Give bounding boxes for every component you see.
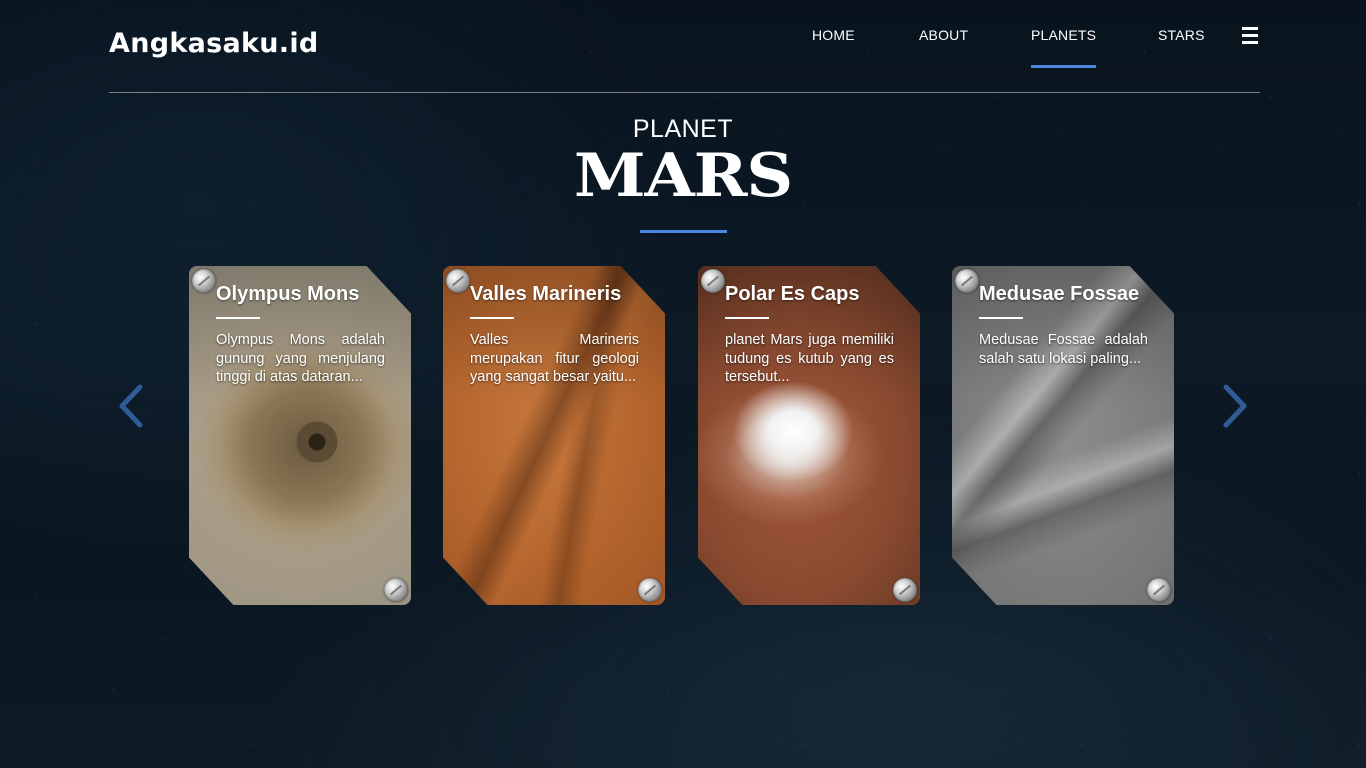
nav-stars[interactable]: STARS xyxy=(1158,27,1205,68)
card-divider xyxy=(725,317,769,319)
nav-home[interactable]: HOME xyxy=(812,27,855,68)
card-olympus-mons[interactable]: Olympus Mons Olympus Mons adalah gunung … xyxy=(189,266,411,605)
card-divider xyxy=(470,317,514,319)
bolt-icon xyxy=(1147,578,1171,602)
card-valles-marineris[interactable]: Valles Marineris Valles Marineris merupa… xyxy=(443,266,665,605)
card-title: Medusae Fossae xyxy=(979,283,1140,305)
title-underline xyxy=(640,230,727,233)
chevron-right-icon xyxy=(1223,384,1247,428)
bolt-icon xyxy=(955,269,979,293)
hamburger-icon[interactable] xyxy=(1242,27,1258,44)
card-title: Polar Es Caps xyxy=(725,283,860,305)
card-description: Medusae Fossae adalah salah satu lokasi … xyxy=(979,332,1148,367)
bolt-icon xyxy=(192,269,216,293)
nav-about[interactable]: ABOUT xyxy=(919,27,968,68)
card-description: Valles Marineris merupakan fitur geologi… xyxy=(470,332,639,385)
bolt-icon xyxy=(446,269,470,293)
carousel-prev-button[interactable] xyxy=(116,383,146,429)
site-logo[interactable]: Angkasaku.id xyxy=(109,28,319,59)
card-title: Olympus Mons xyxy=(216,283,360,305)
card-divider xyxy=(979,317,1023,319)
page-subtitle: PLANET xyxy=(632,115,734,143)
bolt-icon xyxy=(701,269,725,293)
bolt-icon xyxy=(384,578,408,602)
card-polar-es-caps[interactable]: Polar Es Caps planet Mars juga memiliki … xyxy=(698,266,920,605)
page-heading: MARS xyxy=(573,141,793,211)
nav-planets[interactable]: PLANETS xyxy=(1031,27,1097,68)
site-header: Angkasaku.id HOME ABOUT PLANETS STARS xyxy=(109,0,1260,93)
bolt-icon xyxy=(638,578,662,602)
card-title: Valles Marineris xyxy=(470,283,622,305)
card-medusae-fossae[interactable]: Medusae Fossae Medusae Fossae adalah sal… xyxy=(952,266,1174,605)
card-divider xyxy=(216,317,260,319)
card-description: planet Mars juga memiliki tudung es kutu… xyxy=(725,332,894,385)
carousel-next-button[interactable] xyxy=(1220,383,1250,429)
chevron-left-icon xyxy=(119,384,143,428)
card-description: Olympus Mons adalah gunung yang menjulan… xyxy=(216,332,385,385)
bolt-icon xyxy=(893,578,917,602)
page-title: PLANET MARS xyxy=(0,114,1366,208)
